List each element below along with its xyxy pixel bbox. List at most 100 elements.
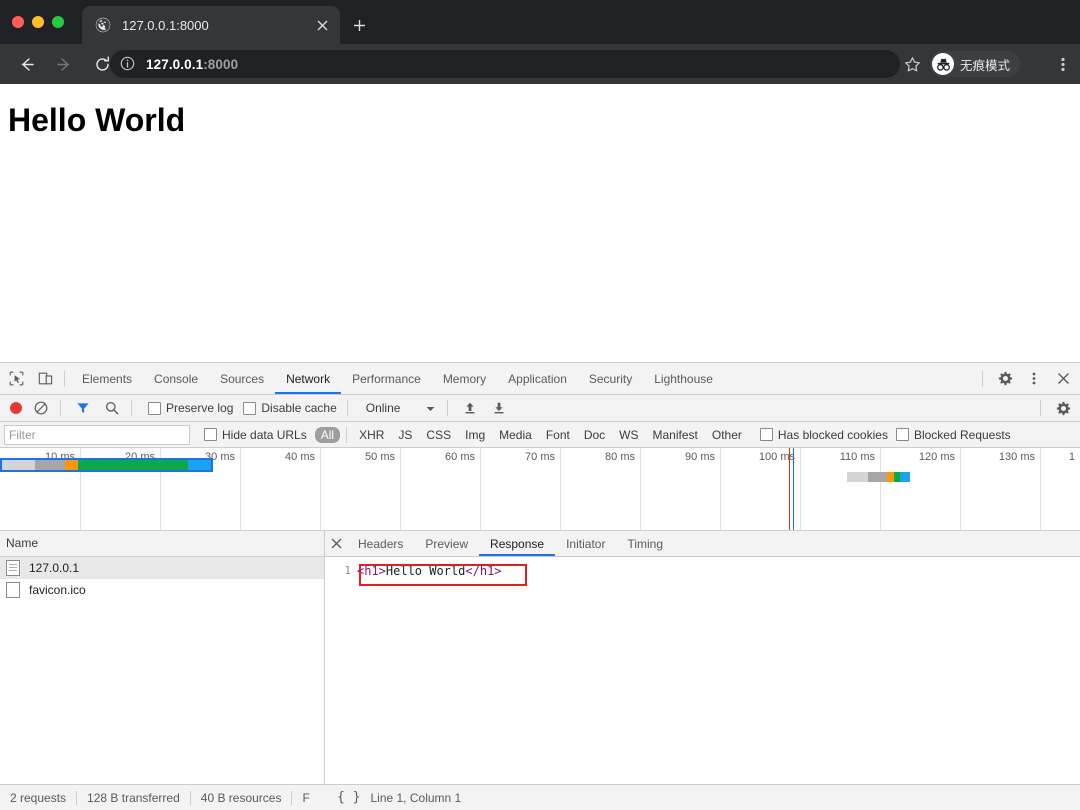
timeline-tick-label: 60 ms — [445, 451, 475, 463]
devtools-tab-network[interactable]: Network — [275, 364, 341, 394]
request-list-header[interactable]: Name — [0, 531, 324, 557]
disable-cache-label: Disable cache — [261, 401, 337, 415]
timeline-tick-label: 50 ms — [365, 451, 395, 463]
filter-type-js[interactable]: JS — [392, 427, 418, 443]
timeline-tick-label: 1 — [1068, 451, 1075, 463]
response-body-text: <h1>Hello World</h1> — [357, 563, 502, 579]
request-row-favicon[interactable]: favicon.ico — [0, 579, 324, 601]
filter-type-css[interactable]: CSS — [420, 427, 457, 443]
funnel-icon[interactable] — [70, 395, 96, 421]
filter-type-ws[interactable]: WS — [613, 427, 644, 443]
hide-data-urls-label: Hide data URLs — [222, 427, 307, 442]
devtools-tab-memory[interactable]: Memory — [432, 364, 497, 394]
timeline-tick-label: 130 ms — [998, 451, 1035, 463]
arrow-right-icon[interactable] — [50, 50, 78, 78]
disable-cache-checkbox[interactable]: Disable cache — [243, 401, 337, 415]
detail-tab-timing[interactable]: Timing — [616, 532, 674, 556]
detail-tab-response[interactable]: Response — [479, 532, 555, 556]
globe-icon — [95, 17, 111, 33]
devtools-tab-sources[interactable]: Sources — [209, 364, 275, 394]
filter-type-font[interactable]: Font — [540, 427, 576, 443]
timeline-bar-selection — [0, 458, 213, 472]
window-maximize-button[interactable] — [52, 16, 64, 28]
response-body-viewer[interactable]: 1 <h1>Hello World</h1> — [325, 557, 1080, 788]
window-minimize-button[interactable] — [32, 16, 44, 28]
preserve-log-checkbox[interactable]: Preserve log — [148, 401, 233, 415]
browser-tab[interactable]: 127.0.0.1:8000 — [82, 6, 340, 44]
close-icon[interactable] — [325, 532, 347, 556]
chevron-down-icon[interactable] — [426, 401, 435, 415]
resources-size: 40 B resources — [200, 790, 282, 805]
download-arrow-icon[interactable] — [486, 395, 512, 421]
info-circle-icon[interactable] — [120, 56, 136, 72]
has-blocked-cookies-checkbox[interactable]: Has blocked cookies — [759, 428, 888, 442]
toolbar-divider — [346, 426, 348, 443]
devtools-tab-application[interactable]: Application — [497, 364, 578, 394]
clear-circle-slash-icon[interactable] — [28, 395, 54, 421]
devtools-tab-lighthouse[interactable]: Lighthouse — [643, 364, 724, 394]
detail-tab-headers[interactable]: Headers — [347, 532, 414, 556]
checkbox-box[interactable] — [895, 428, 909, 441]
network-overview-timeline[interactable]: 10 ms 20 ms 30 ms 40 ms 50 ms 60 ms 70 ms 80 ms… — [0, 448, 1080, 531]
device-toolbar-icon[interactable] — [32, 366, 58, 392]
arrow-left-icon[interactable] — [12, 50, 40, 78]
request-row-127-0-0-1[interactable]: 127.0.0.1 — [0, 557, 324, 579]
timeline-bar[interactable] — [0, 458, 213, 472]
filter-type-manifest[interactable]: Manifest — [647, 427, 704, 443]
new-tab-button[interactable] — [346, 12, 372, 38]
timeline-tick-label: 90 ms — [685, 451, 715, 463]
close-icon[interactable] — [1050, 366, 1076, 392]
filter-type-media[interactable]: Media — [493, 427, 538, 443]
devtools-tab-performance[interactable]: Performance — [341, 364, 432, 394]
devtools-tab-console[interactable]: Console — [143, 364, 209, 394]
kebab-menu-icon[interactable] — [1052, 52, 1074, 76]
gear-icon[interactable] — [992, 366, 1018, 392]
filter-type-all[interactable]: All — [314, 426, 341, 443]
upload-arrow-icon[interactable] — [457, 395, 483, 421]
timeline-tick — [560, 448, 561, 530]
checkbox-box[interactable] — [148, 401, 161, 415]
window-controls — [12, 16, 64, 28]
tab-title: 127.0.0.1:8000 — [122, 17, 209, 33]
timeline-tick — [320, 448, 321, 530]
cursor-position: Line 1, Column 1 — [370, 790, 462, 805]
close-icon[interactable] — [310, 13, 334, 37]
request-name: favicon.ico — [29, 582, 86, 597]
timeline-tick — [800, 448, 801, 530]
preserve-log-label: Preserve log — [166, 401, 234, 415]
devtools-tab-security[interactable]: Security — [578, 364, 643, 394]
record-dot-icon[interactable] — [10, 402, 22, 414]
gear-icon[interactable] — [1050, 395, 1076, 421]
detail-tab-preview[interactable]: Preview — [414, 532, 479, 556]
checkbox-box[interactable] — [204, 428, 217, 441]
address-bar[interactable]: 127.0.0.1:8000 — [110, 50, 900, 78]
filter-type-doc[interactable]: Doc — [578, 427, 611, 443]
pretty-print-braces-icon[interactable]: { } — [325, 790, 370, 805]
filter-type-img[interactable]: Img — [459, 427, 491, 443]
timeline-tick — [480, 448, 481, 530]
checkbox-box[interactable] — [759, 428, 773, 441]
incognito-icon — [932, 53, 954, 75]
checkbox-box[interactable] — [243, 401, 257, 415]
timeline-tick-label: 80 ms — [605, 451, 635, 463]
timeline-bar[interactable] — [847, 472, 910, 482]
filter-type-xhr[interactable]: XHR — [353, 427, 390, 443]
network-summary: 2 requests 128 B transferred 40 B resour… — [0, 785, 325, 810]
window-close-button[interactable] — [12, 16, 24, 28]
inspect-cursor-icon[interactable] — [3, 366, 29, 392]
kebab-menu-icon[interactable] — [1021, 366, 1047, 392]
blocked-requests-checkbox[interactable]: Blocked Requests — [895, 428, 1011, 442]
timeline-tick — [720, 448, 721, 530]
throttling-dropdown[interactable]: Online — [366, 401, 436, 415]
transferred-size: 128 B transferred — [87, 790, 180, 805]
filter-input[interactable]: Filter — [4, 424, 190, 445]
incognito-mode-badge[interactable]: 无痕模式 — [930, 51, 1021, 77]
search-icon[interactable] — [99, 395, 125, 421]
hide-data-urls-checkbox[interactable]: Hide data URLs — [204, 428, 307, 442]
detail-tab-initiator[interactable]: Initiator — [555, 532, 616, 556]
star-icon[interactable] — [900, 52, 924, 76]
devtools-tab-elements[interactable]: Elements — [71, 364, 143, 394]
network-toolbar-actions — [1034, 395, 1080, 421]
filter-type-other[interactable]: Other — [706, 427, 748, 443]
address-bar-text: 127.0.0.1:8000 — [146, 57, 238, 72]
